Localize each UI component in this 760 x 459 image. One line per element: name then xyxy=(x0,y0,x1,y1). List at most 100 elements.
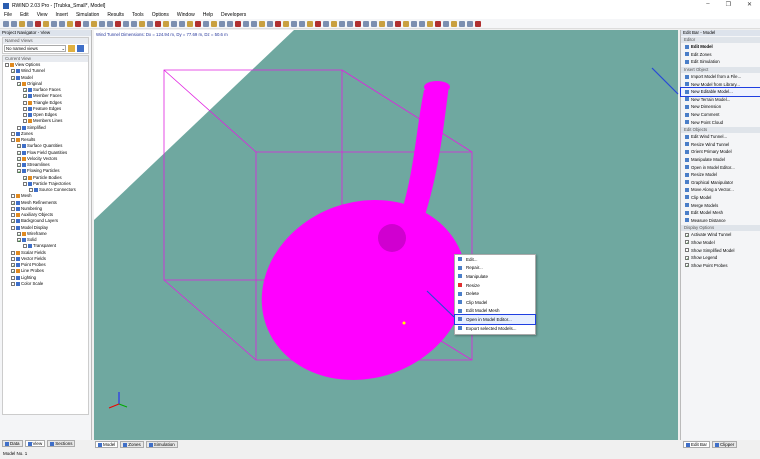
context-menu-item-repair[interactable]: Repair... xyxy=(455,264,535,273)
checkbox[interactable] xyxy=(17,125,21,130)
toolbar-button-icon[interactable] xyxy=(459,20,465,27)
checkbox[interactable] xyxy=(23,244,27,249)
toolbar-button-icon[interactable] xyxy=(307,20,313,27)
checkbox[interactable]: ✓ xyxy=(23,94,27,99)
checkbox[interactable]: ✓ xyxy=(685,240,689,245)
checkbox[interactable]: ✓ xyxy=(11,69,15,74)
editbar-item-new-terrain-model[interactable]: New Terrain Model... xyxy=(681,96,760,104)
model-scene[interactable] xyxy=(94,30,678,440)
toolbar-button-icon[interactable] xyxy=(451,20,457,27)
editbar-item-new-comment[interactable]: New Comment xyxy=(681,111,760,119)
toolbar-button-icon[interactable] xyxy=(379,20,385,27)
checkbox[interactable] xyxy=(11,194,15,199)
toolbar-button-icon[interactable] xyxy=(475,20,481,27)
checkbox[interactable] xyxy=(23,119,27,124)
toolbar-button-icon[interactable] xyxy=(299,20,305,27)
editbar-item-new-editable-model[interactable]: New Editable Model... xyxy=(680,87,760,97)
tab-sections[interactable]: Sections xyxy=(47,440,76,447)
checkbox[interactable] xyxy=(5,63,9,68)
menu-view[interactable]: View xyxy=(37,12,48,18)
toolbar-button-icon[interactable] xyxy=(107,20,113,27)
toolbar-button-icon[interactable] xyxy=(235,20,241,27)
checkbox[interactable]: ✓ xyxy=(685,263,689,268)
checkbox[interactable] xyxy=(23,106,27,111)
context-menu-item-clip-model[interactable]: Clip Model xyxy=(455,298,535,307)
menu-results[interactable]: Results xyxy=(107,12,124,18)
editbar-item-edit-model[interactable]: Edit Model xyxy=(681,43,760,51)
named-views-select[interactable]: No named views ⌄ xyxy=(4,45,66,52)
context-menu-item-manipulate[interactable]: Manipulate xyxy=(455,272,535,281)
toolbar-button-icon[interactable] xyxy=(251,20,257,27)
editbar-item-resize-wind-tunnel[interactable]: Resize Wind Tunnel xyxy=(681,141,760,149)
radio-button[interactable]: ○ xyxy=(17,144,21,149)
toolbar-button-icon[interactable] xyxy=(219,20,225,27)
save-view-icon[interactable] xyxy=(68,45,75,52)
context-menu-item-edit[interactable]: Edit... xyxy=(455,255,535,264)
editbar-item-merge-models[interactable]: Merge Models xyxy=(681,201,760,209)
checkbox[interactable] xyxy=(23,113,27,118)
checkbox[interactable]: ✓ xyxy=(17,81,21,87)
checkbox[interactable] xyxy=(11,213,15,218)
context-menu-item-open-in-model-editor[interactable]: Open in Model Editor... xyxy=(454,314,536,325)
tab-view[interactable]: View xyxy=(24,440,46,447)
toolbar-button-icon[interactable] xyxy=(51,20,57,27)
checkbox[interactable]: ✓ xyxy=(23,88,27,93)
toolbar-button-icon[interactable] xyxy=(27,20,33,27)
toolbar-button-icon[interactable] xyxy=(195,20,201,27)
toolbar-button-icon[interactable] xyxy=(323,20,329,27)
radio-button[interactable]: ○ xyxy=(17,231,21,237)
toolbar-button-icon[interactable] xyxy=(419,20,425,27)
menu-developers[interactable]: Developers xyxy=(221,12,246,18)
checkbox[interactable] xyxy=(685,248,689,253)
tab-simulation[interactable]: Simulation xyxy=(145,441,178,448)
toolbar-button-icon[interactable] xyxy=(443,20,449,27)
toolbar-button-icon[interactable] xyxy=(59,20,65,27)
toolbar-button-icon[interactable] xyxy=(19,20,25,27)
toolbar-button-icon[interactable] xyxy=(171,20,177,27)
radio-button[interactable]: ○ xyxy=(17,163,21,168)
menu-simulation[interactable]: Simulation xyxy=(76,12,99,18)
toolbar-button-icon[interactable] xyxy=(187,20,193,27)
toolbar-button-icon[interactable] xyxy=(99,20,105,27)
toolbar-button-icon[interactable] xyxy=(227,20,233,27)
checkbox[interactable] xyxy=(11,138,15,143)
checkbox[interactable] xyxy=(11,131,15,136)
tree-item-color-scale[interactable]: Color Scale xyxy=(3,281,88,287)
editbar-item-edit-model-mesh[interactable]: Edit Model Mesh xyxy=(681,209,760,217)
toolbar-button-icon[interactable] xyxy=(155,20,161,27)
editbar-item-orient-primary-model[interactable]: Orient Primary Model xyxy=(681,148,760,156)
checkbox[interactable] xyxy=(23,181,27,186)
toolbar-button-icon[interactable] xyxy=(331,20,337,27)
editbar-item-graphical-manipulator[interactable]: Graphical Manipulator xyxy=(681,179,760,187)
toolbar-button-icon[interactable] xyxy=(403,20,409,27)
menu-help[interactable]: Help xyxy=(203,12,213,18)
editbar-item-import-model-from-a-file[interactable]: Import Model from a File... xyxy=(681,73,760,81)
radio-button[interactable]: ● xyxy=(17,169,21,174)
menu-window[interactable]: Window xyxy=(177,12,195,18)
tab-edit-bar[interactable]: Edit Bar xyxy=(683,441,711,448)
checkbox[interactable]: ✓ xyxy=(11,269,15,274)
context-menu-item-delete[interactable]: Delete xyxy=(455,289,535,298)
editbar-item-edit-wind-tunnel[interactable]: Edit Wind Tunnel... xyxy=(681,133,760,141)
checkbox[interactable] xyxy=(11,250,15,255)
toolbar-button-icon[interactable] xyxy=(259,20,265,27)
toolbar-button-icon[interactable] xyxy=(43,20,49,27)
editbar-item-open-in-model-editor[interactable]: Open in Model Editor... xyxy=(681,163,760,171)
editbar-item-new-dimension[interactable]: New Dimension xyxy=(681,103,760,111)
tab-model[interactable]: Model xyxy=(95,441,119,448)
editbar-item-clip-model[interactable]: Clip Model xyxy=(681,194,760,202)
toolbar-button-icon[interactable] xyxy=(243,20,249,27)
editbar-item-edit-simulation[interactable]: Edit Simulation xyxy=(681,58,760,66)
toolbar-button-icon[interactable] xyxy=(347,20,353,27)
tab-clipper[interactable]: Clipper xyxy=(712,441,738,448)
toolbar-button-icon[interactable] xyxy=(435,20,441,27)
toolbar-button-icon[interactable] xyxy=(291,20,297,27)
option-activate-wind-tunnel[interactable]: ✓ Activate Wind Tunnel xyxy=(681,231,760,239)
context-menu-item-resize[interactable]: Resize xyxy=(455,281,535,290)
toolbar-button-icon[interactable] xyxy=(427,20,433,27)
menu-options[interactable]: Options xyxy=(152,12,169,18)
toolbar-button-icon[interactable] xyxy=(355,20,361,27)
toolbar-button-icon[interactable] xyxy=(283,20,289,27)
checkbox[interactable]: ✓ xyxy=(11,219,15,224)
toolbar-button-icon[interactable] xyxy=(387,20,393,27)
